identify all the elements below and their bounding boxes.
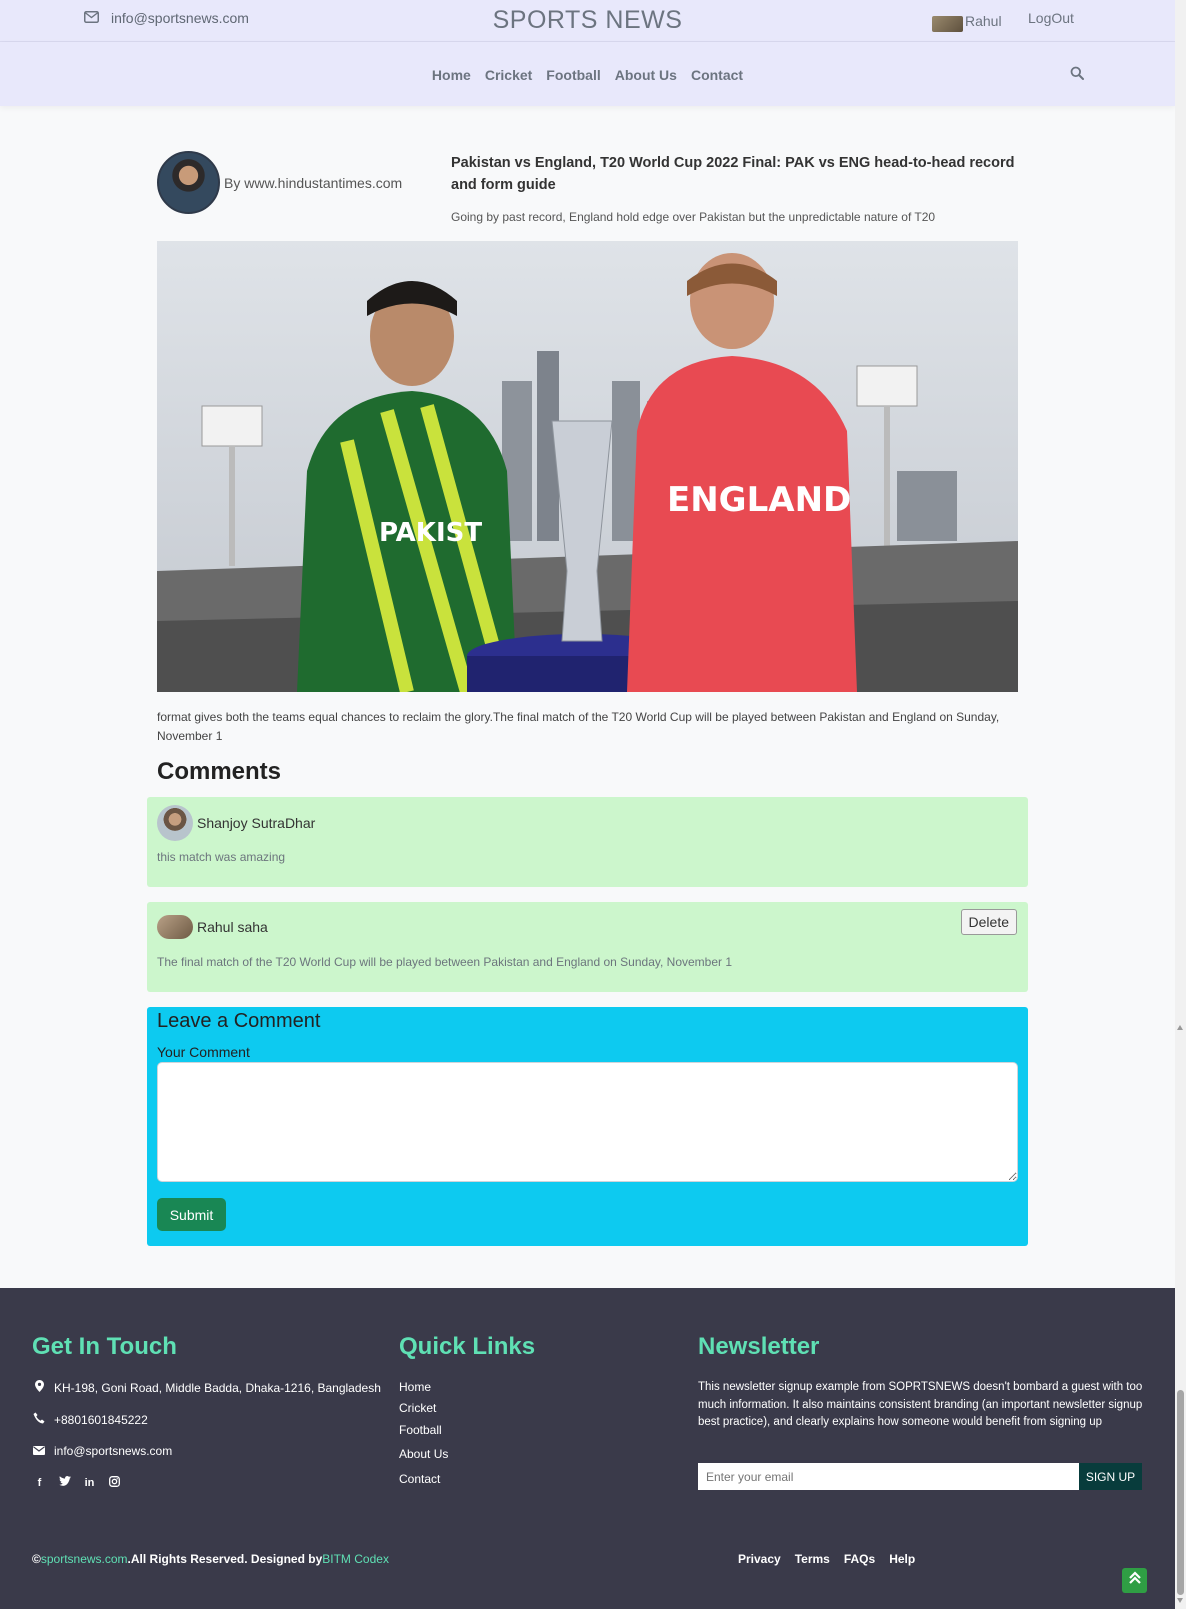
footer: Get In Touch KH-198, Goni Road, Middle B… — [0, 1288, 1175, 1609]
footer-link-faqs[interactable]: FAQs — [844, 1552, 875, 1566]
nav-item-home[interactable]: Home — [432, 67, 471, 83]
comment-author: Shanjoy SutraDhar — [197, 815, 316, 831]
page: info@sportsnews.com SPORTS NEWS Rahul Lo… — [0, 0, 1175, 1609]
footer-link-about-us[interactable]: About Us — [399, 1447, 448, 1461]
footer-contact-title: Get In Touch — [32, 1333, 177, 1360]
footer-phone-text: +8801601845222 — [54, 1412, 148, 1427]
comment-label: Your Comment — [157, 1044, 250, 1060]
article-author: By www.hindustantimes.com — [157, 151, 402, 214]
footer-address: KH-198, Goni Road, Middle Badda, Dhaka-1… — [32, 1380, 381, 1395]
footer-link-contact[interactable]: Contact — [399, 1472, 440, 1486]
leave-comment-form: Leave a Comment Your Comment Submit — [147, 1007, 1028, 1246]
designer-link[interactable]: BITM Codex — [322, 1552, 389, 1566]
comment-text: The final match of the T20 World Cup wil… — [157, 955, 733, 969]
footer-link-help[interactable]: Help — [889, 1552, 915, 1566]
delete-comment-button[interactable]: Delete — [960, 909, 1017, 935]
linkedin-icon[interactable]: in — [82, 1476, 97, 1491]
comment-textarea[interactable] — [157, 1062, 1018, 1182]
copyright-symbol: © — [32, 1552, 41, 1566]
back-to-top-button[interactable] — [1122, 1568, 1147, 1593]
comment-card: Shanjoy SutraDhar this match was amazing — [147, 797, 1028, 887]
image-text-right: ENGLAND — [667, 480, 851, 520]
user-name: Rahul — [965, 13, 1002, 29]
footer-phone: +8801601845222 — [32, 1412, 148, 1427]
scroll-down-icon[interactable] — [1177, 1598, 1183, 1603]
facebook-icon[interactable]: f — [32, 1476, 47, 1491]
instagram-icon[interactable] — [107, 1476, 122, 1491]
comment-author: Rahul saha — [197, 919, 268, 935]
footer-email-text: info@sportsnews.com — [54, 1444, 173, 1458]
top-bar: info@sportsnews.com SPORTS NEWS Rahul Lo… — [0, 0, 1175, 42]
footer-link-football[interactable]: Football — [399, 1423, 442, 1437]
footer-link-home[interactable]: Home — [399, 1380, 431, 1394]
footer-link-terms[interactable]: Terms — [795, 1552, 830, 1566]
footer-link-privacy[interactable]: Privacy — [738, 1552, 781, 1566]
footer-link-cricket[interactable]: Cricket — [399, 1401, 436, 1415]
article-title: Pakistan vs England, T20 World Cup 2022 … — [451, 155, 1015, 193]
avatar — [932, 16, 963, 32]
image-text-left: PAKIST — [379, 518, 482, 548]
scrollbar-thumb[interactable] — [1177, 1390, 1184, 1595]
newsletter-email-input[interactable] — [698, 1463, 1079, 1490]
footer-quick-links-title: Quick Links — [399, 1333, 536, 1360]
comment-card: Rahul saha Delete The final match of the… — [147, 902, 1028, 992]
article-summary: Going by past record, England hold edge … — [451, 210, 936, 224]
nav-item-football[interactable]: Football — [546, 67, 600, 83]
submit-button[interactable]: Submit — [157, 1198, 226, 1231]
page-scrollbar[interactable] — [1175, 0, 1186, 1609]
user-menu[interactable]: Rahul — [932, 10, 1002, 32]
main-nav: Home Cricket Football About Us Contact — [0, 42, 1175, 106]
nav-item-contact[interactable]: Contact — [691, 67, 743, 83]
copyright: ©sportsnews.com.All Rights Reserved. Des… — [32, 1552, 389, 1566]
comments-heading: Comments — [157, 758, 282, 785]
newsletter-signup-button[interactable]: SIGN UP — [1079, 1463, 1142, 1490]
article-image: PAKIST ENGLAND — [157, 241, 1018, 692]
search-icon[interactable] — [1070, 66, 1086, 82]
author-avatar — [157, 151, 220, 214]
author-byline: By www.hindustantimes.com — [224, 174, 403, 191]
leave-comment-title: Leave a Comment — [157, 1010, 321, 1032]
footer-newsletter-title: Newsletter — [698, 1333, 820, 1360]
comment-header: Shanjoy SutraDhar — [157, 805, 315, 841]
scroll-up-icon[interactable] — [1177, 1025, 1183, 1030]
avatar — [157, 915, 193, 939]
copyright-site-link[interactable]: sportsnews.com — [41, 1552, 128, 1566]
social-links: f in — [32, 1476, 122, 1491]
copyright-text: .All Rights Reserved. Designed by — [127, 1552, 323, 1566]
newsletter-description: This newsletter signup example from SOPR… — [698, 1381, 1143, 1428]
comment-header: Rahul saha — [157, 915, 268, 939]
nav-item-about-us[interactable]: About Us — [615, 67, 677, 83]
map-marker-icon — [32, 1380, 46, 1395]
phone-icon — [32, 1412, 46, 1427]
footer-bottom-links: Privacy Terms FAQs Help — [738, 1552, 915, 1566]
comment-text: this match was amazing — [157, 850, 286, 864]
article-body: format gives both the teams equal chance… — [157, 710, 1000, 743]
avatar — [157, 805, 193, 841]
double-chevron-up-icon — [1128, 1571, 1142, 1590]
envelope-icon — [32, 1444, 46, 1458]
twitter-icon[interactable] — [57, 1476, 72, 1491]
logout-link[interactable]: LogOut — [1028, 10, 1074, 26]
footer-address-text: KH-198, Goni Road, Middle Badda, Dhaka-1… — [54, 1380, 381, 1395]
footer-email: info@sportsnews.com — [32, 1444, 172, 1458]
nav-item-cricket[interactable]: Cricket — [485, 67, 532, 83]
